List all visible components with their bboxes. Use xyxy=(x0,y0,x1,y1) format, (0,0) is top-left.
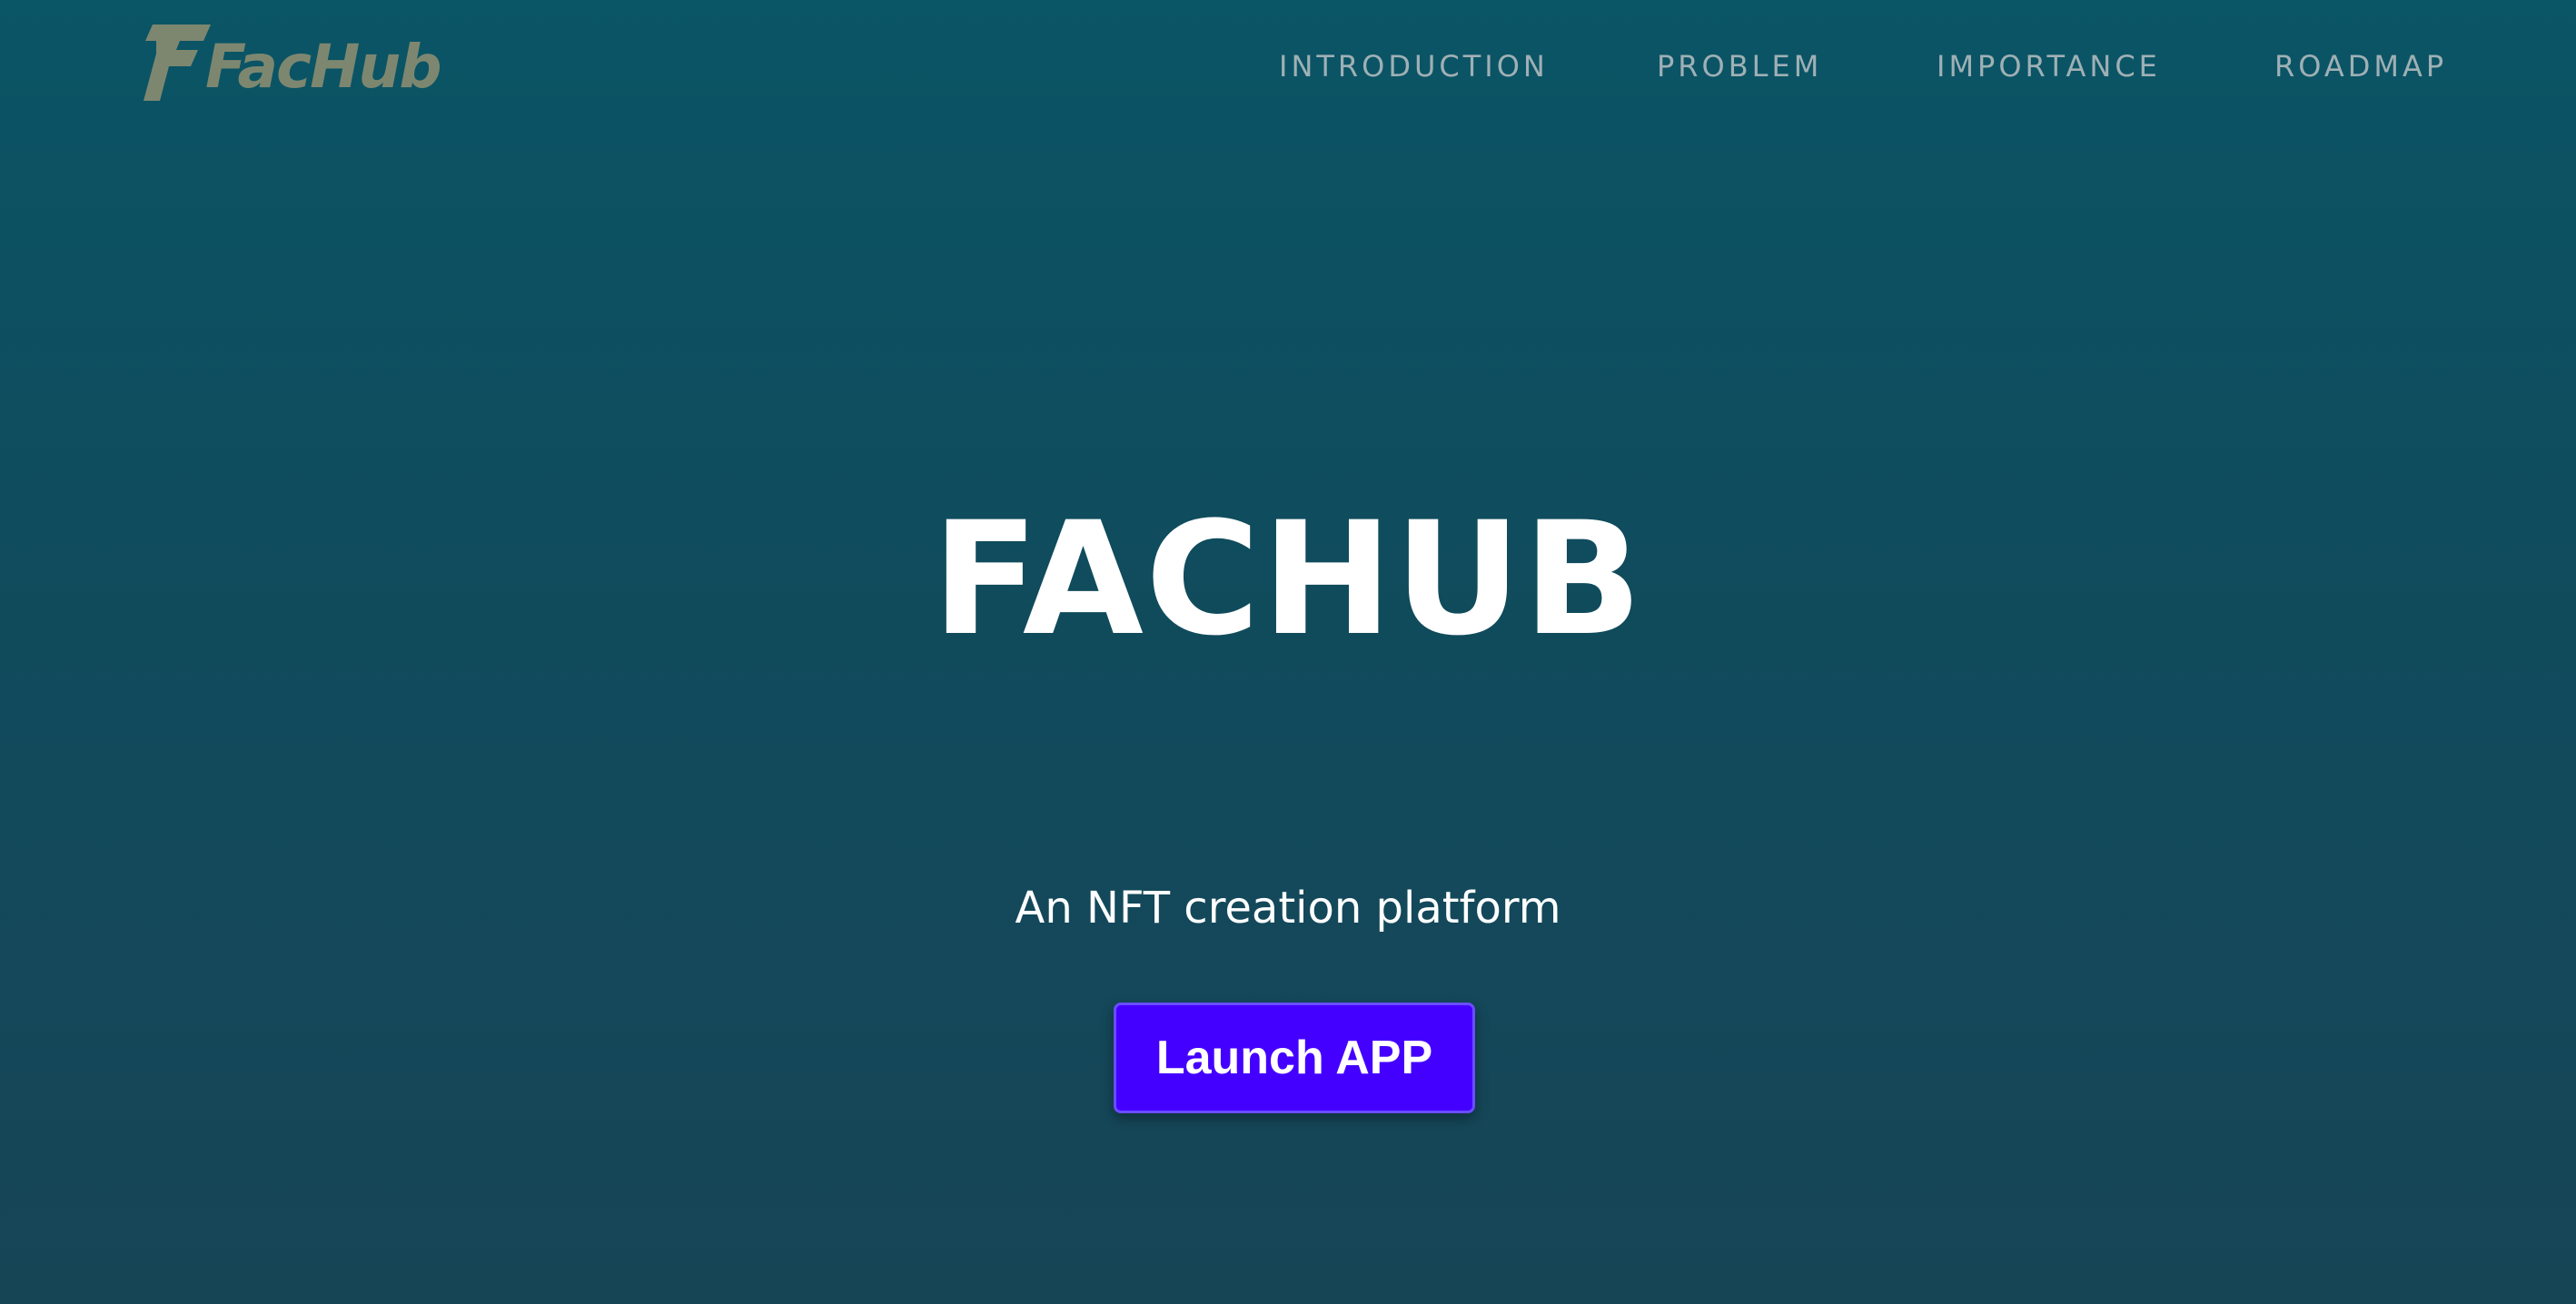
launch-app-button[interactable]: Launch APP xyxy=(1114,1003,1475,1113)
nav-item-importance[interactable]: IMPORTANCE xyxy=(1937,44,2161,89)
nav-item-problem[interactable]: PROBLEM xyxy=(1657,44,1822,89)
landing-page: FacHub INTRODUCTION PROBLEM IMPORTANCE R… xyxy=(0,0,2576,1304)
nav-item-introduction[interactable]: INTRODUCTION xyxy=(1279,44,1549,89)
fachub-logo-icon xyxy=(144,23,211,101)
site-header: FacHub INTRODUCTION PROBLEM IMPORTANCE R… xyxy=(0,0,2576,136)
hero-subtitle: An NFT creation platform xyxy=(1015,883,1561,934)
logo-link[interactable]: FacHub xyxy=(144,20,443,104)
logo-text: FacHub xyxy=(205,31,442,102)
hero-title: FACHUB xyxy=(932,488,1644,670)
nav-item-roadmap[interactable]: ROADMAP xyxy=(2274,44,2447,89)
